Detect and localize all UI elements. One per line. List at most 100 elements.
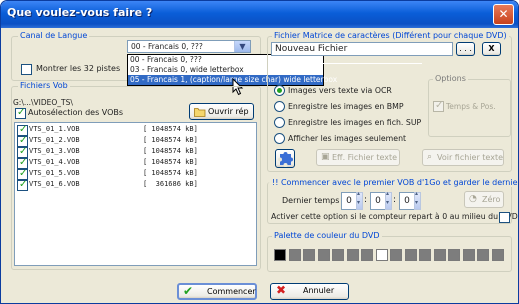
vob-file-row[interactable]: VTS_01_5.VOB [ 1048574 kB]: [15, 168, 256, 180]
browse-button[interactable]: . . .: [456, 42, 475, 56]
voir-fichier-label: Voir fichier texte: [437, 153, 503, 162]
dialog-body: Canal de Langue 00 - Francais 0, ??? ▼ 0…: [4, 28, 518, 301]
hours-spinner[interactable]: [356, 190, 363, 210]
vob-file-row[interactable]: VTS_01_2.VOB [ 1048574 kB]: [15, 135, 256, 147]
vob-file-size: [ 361686 kB]: [143, 180, 198, 188]
close-icon[interactable]: ✕: [493, 4, 514, 25]
zero-label: Zéro: [482, 195, 501, 204]
palette-swatch[interactable]: [332, 249, 344, 261]
vob-group-label: Fichiers Vob: [18, 81, 70, 90]
check-icon: ✔: [183, 284, 194, 298]
palette-swatch[interactable]: [303, 249, 315, 261]
eff-fichier-button[interactable]: ▣ Eff. Fichier texte: [316, 149, 400, 166]
vob-file-row[interactable]: VTS_01_3.VOB [ 1048574 kB]: [15, 146, 256, 158]
palette-swatches: [274, 249, 506, 261]
vob-file-size: [ 1048574 kB]: [143, 136, 198, 144]
palette-swatch[interactable]: [448, 249, 460, 261]
open-folder-label: Ouvrir rép: [208, 107, 249, 116]
magnifier-icon: ⌕: [427, 152, 433, 162]
matrix-divider: [272, 63, 422, 64]
palette-swatch[interactable]: [390, 249, 402, 261]
annuler-button[interactable]: ✖ Annuler: [270, 283, 349, 300]
vob-file-name: VTS_01_2.VOB: [29, 136, 80, 144]
eff-icon: ▣: [321, 152, 330, 162]
timing-header: !! Commencer avec le premier VOB d'1Go e…: [272, 178, 518, 187]
vob-file-name: VTS_01_1.VOB: [29, 125, 80, 133]
output-mode-label: Enregistre les images en BMP: [288, 102, 404, 111]
browse-label: . . .: [459, 44, 472, 53]
palette-swatch[interactable]: [404, 249, 417, 261]
vob-file-row[interactable]: VTS_01_1.VOB [ 1048574 kB]: [15, 124, 256, 136]
vob-file-size: [ 1048574 kB]: [143, 158, 198, 166]
commencer-label: Commencer: [207, 287, 256, 296]
vob-file-list[interactable]: VTS_01_1.VOB [ 1048574 kB] VTS_01_2.VOB [ 1…: [14, 122, 257, 266]
language-group-label: Canal de Langue: [18, 31, 90, 40]
puzzle-button[interactable]: [275, 149, 295, 168]
vob-file-checkbox[interactable]: [17, 179, 28, 191]
hours-field[interactable]: 0: [341, 192, 357, 210]
matrix-file-input[interactable]: Nouveau Fichier: [271, 42, 453, 56]
output-mode-radio[interactable]: [274, 101, 285, 112]
clear-label: X: [488, 44, 495, 53]
temps-checkbox[interactable]: [433, 100, 444, 112]
language-dropdown[interactable]: 00 - Francais 0, ??? ▼: [127, 40, 251, 53]
output-mode-radio[interactable]: [274, 133, 285, 144]
activer-checkbox[interactable]: [499, 212, 510, 223]
show-32-checkbox[interactable]: [21, 64, 32, 75]
colon-2: :: [393, 195, 397, 205]
colon-1: :: [364, 195, 368, 205]
hours-value: 0: [346, 196, 352, 206]
matrix-file-value: Nouveau Fichier: [275, 44, 348, 54]
open-folder-button[interactable]: Ouvrir rép: [189, 103, 254, 120]
palette-swatch[interactable]: [361, 249, 373, 261]
vob-file-size: [ 1048574 kB]: [143, 125, 198, 133]
dialog-window: Que voulez-vous faire ? ✕ Canal de Langu…: [0, 0, 519, 304]
chevron-down-icon[interactable]: ▼: [234, 41, 250, 52]
seconds-field[interactable]: 0: [399, 192, 415, 210]
vob-file-row[interactable]: VTS_01_4.VOB [ 1048574 kB]: [15, 157, 256, 169]
output-mode-label: Enregistre les images en fich. SUP: [288, 118, 422, 127]
vob-file-name: VTS_01_5.VOB: [29, 169, 80, 177]
palette-swatch[interactable]: [419, 249, 431, 261]
minutes-spinner[interactable]: [385, 190, 392, 210]
temps-label: Temps & Pos.: [446, 102, 496, 111]
output-mode-radio[interactable]: [274, 117, 285, 128]
palette-swatch[interactable]: [375, 249, 388, 261]
seconds-spinner[interactable]: [414, 190, 421, 210]
output-mode-radio[interactable]: [274, 85, 285, 96]
options-group-label: Options: [433, 74, 468, 83]
voir-fichier-button[interactable]: ⌕ Voir fichier texte: [422, 149, 504, 166]
window-title: Que voulez-vous faire ?: [7, 6, 153, 19]
palette-swatch[interactable]: [346, 249, 359, 261]
output-mode-label: Afficher les images seulement: [288, 134, 407, 143]
palette-swatch[interactable]: [491, 249, 504, 261]
output-mode-label: Images vers texte via OCR: [288, 86, 392, 95]
vob-file-row[interactable]: VTS_01_6.VOB [ 361686 kB]: [15, 179, 256, 191]
vob-file-size: [ 1048574 kB]: [143, 169, 198, 177]
title-bar[interactable]: Que voulez-vous faire ? ✕: [1, 1, 518, 28]
clear-button[interactable]: X: [482, 42, 501, 56]
clock-icon: ◔: [469, 194, 477, 204]
annuler-label: Annuler: [303, 286, 335, 295]
palette-swatch[interactable]: [274, 249, 286, 261]
palette-swatch[interactable]: [462, 249, 475, 261]
dernier-temps-label: Dernier temps :: [282, 196, 345, 205]
show-32-label: Montrer les 32 pistes: [36, 64, 121, 73]
commencer-button[interactable]: ✔ Commencer: [177, 283, 257, 300]
seconds-value: 0: [404, 196, 410, 206]
palette-swatch[interactable]: [317, 249, 330, 261]
language-selected: 00 - Francais 0, ???: [131, 42, 203, 51]
palette-swatch[interactable]: [477, 249, 489, 261]
zero-button[interactable]: ◔ Zéro: [464, 191, 504, 208]
eff-fichier-label: Eff. Fichier texte: [332, 153, 398, 162]
matrix-group-label: Fichier Matrice de caractères (Différent…: [272, 31, 509, 40]
auto-select-label: Autosélection des VOBs: [28, 108, 124, 117]
minutes-value: 0: [375, 196, 381, 206]
palette-swatch[interactable]: [433, 249, 446, 261]
palette-swatch[interactable]: [288, 249, 301, 261]
auto-select-checkbox[interactable]: [15, 107, 26, 119]
red-x-icon: ✖: [276, 283, 287, 297]
minutes-field[interactable]: 0: [370, 192, 386, 210]
folder-icon: [194, 108, 206, 117]
vob-path: G:\...\VIDEO_TS\: [13, 98, 73, 107]
